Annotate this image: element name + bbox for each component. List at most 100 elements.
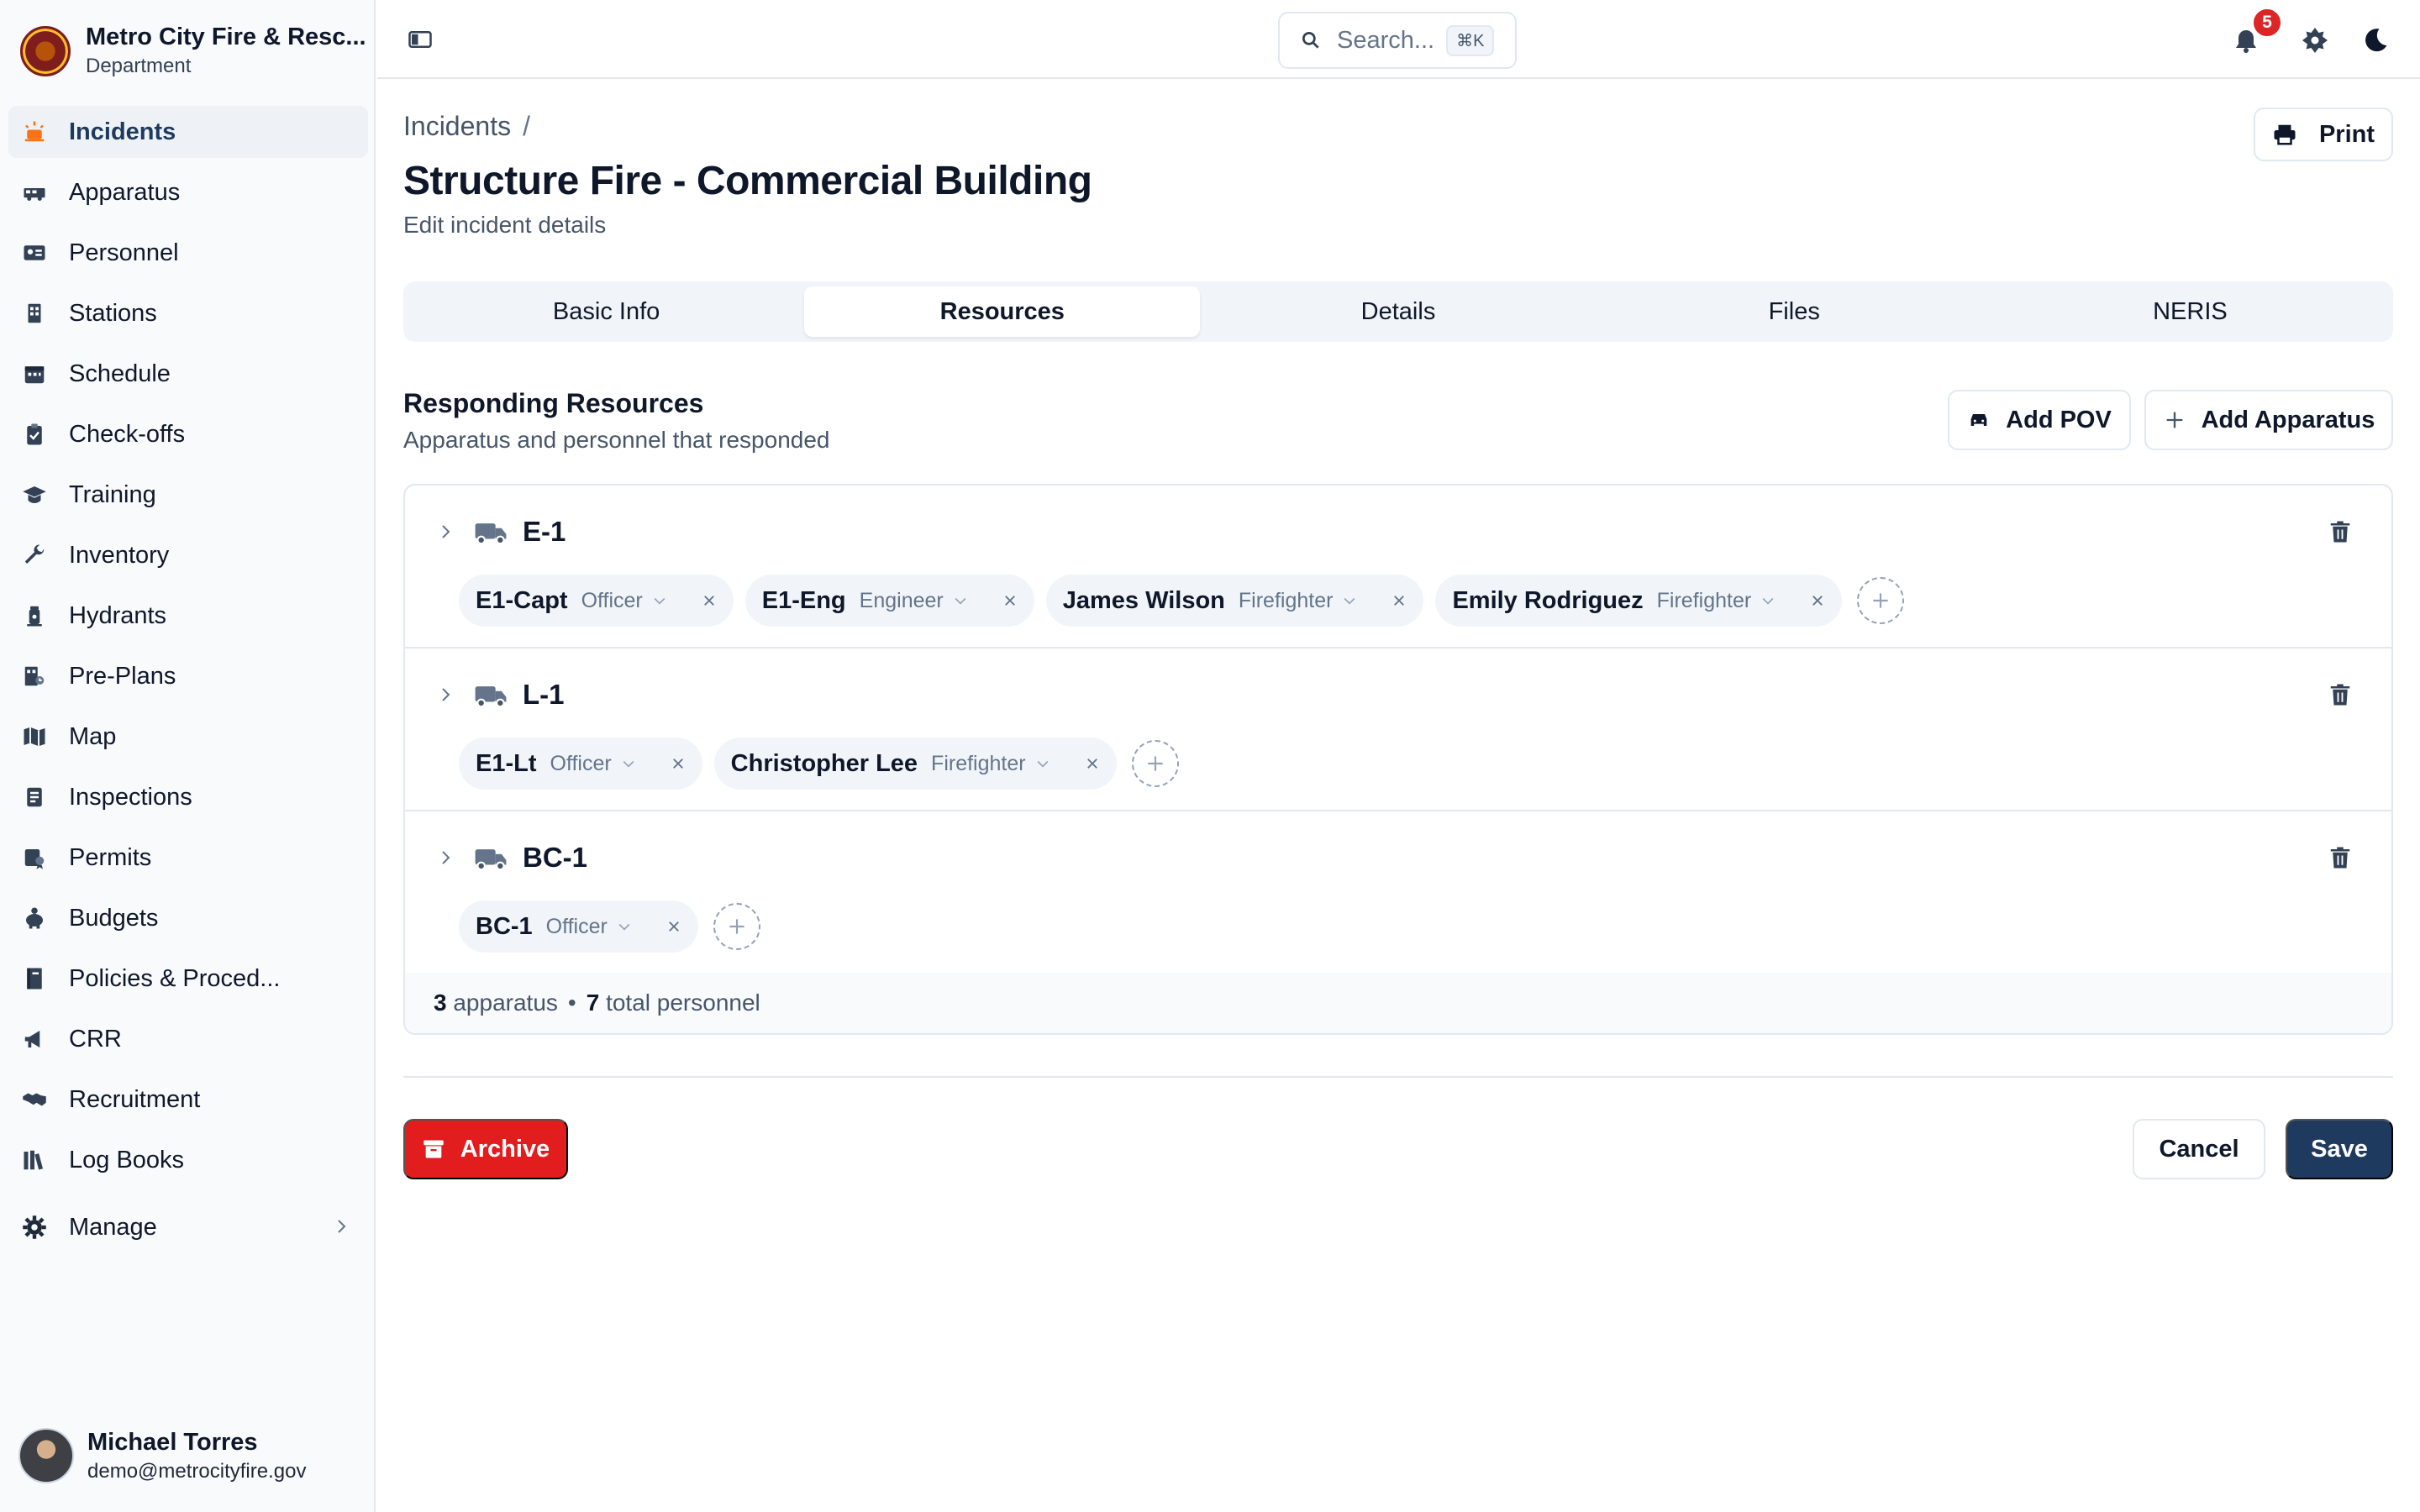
sidebar-item-permits[interactable]: Permits xyxy=(8,832,368,884)
tab-details[interactable]: Details xyxy=(1200,286,1596,337)
tab-resources[interactable]: Resources xyxy=(804,286,1201,337)
sidebar-item-label: Policies & Proced... xyxy=(69,964,281,992)
breadcrumb: Incidents / xyxy=(403,111,530,142)
page-subtitle: Edit incident details xyxy=(403,212,607,238)
crew-role-select[interactable]: Firefighter xyxy=(931,752,1026,776)
search-input[interactable]: Search... ⌘K xyxy=(1278,12,1517,69)
add-crew-button[interactable] xyxy=(1131,740,1179,787)
chevron-down-icon[interactable] xyxy=(952,592,969,609)
crew-name: E1-Lt xyxy=(476,749,537,777)
save-button[interactable]: Save xyxy=(2286,1119,2393,1179)
chevron-right-icon[interactable] xyxy=(435,848,455,868)
chevron-down-icon[interactable] xyxy=(651,592,668,609)
sidebar-item-inventory[interactable]: Inventory xyxy=(8,529,368,581)
sidebar-item-crr[interactable]: CRR xyxy=(8,1013,368,1065)
remove-crew-icon[interactable] xyxy=(1085,756,1100,771)
crew-chip: James Wilson Firefighter xyxy=(1045,575,1424,627)
sidebar-item-inspections[interactable]: Inspections xyxy=(8,771,368,823)
sidebar-item-pre-plans[interactable]: Pre-Plans xyxy=(8,650,368,702)
add-crew-button[interactable] xyxy=(713,903,760,950)
tab-files[interactable]: Files xyxy=(1597,286,1992,337)
search-placeholder: Search... xyxy=(1337,26,1435,54)
chevron-right-icon[interactable] xyxy=(435,522,455,542)
crew-role-select[interactable]: Firefighter xyxy=(1239,589,1334,613)
crew-chip: E1-Capt Officer xyxy=(459,575,734,627)
user-profile[interactable]: Michael Torres demo@metrocityfire.gov xyxy=(18,1428,306,1483)
sidebar-item-manage[interactable]: Manage xyxy=(8,1201,368,1253)
sidebar-item-budgets[interactable]: Budgets xyxy=(8,892,368,944)
breadcrumb-incidents[interactable]: Incidents xyxy=(403,111,511,141)
add-pov-label: Add POV xyxy=(2006,406,2112,433)
alarm-light-icon xyxy=(20,118,49,146)
trash-icon[interactable] xyxy=(2328,519,2353,544)
sidebar-item-map[interactable]: Map xyxy=(8,711,368,763)
sidebar-toggle-icon[interactable] xyxy=(408,27,433,52)
remove-crew-icon[interactable] xyxy=(671,756,686,771)
remove-crew-icon[interactable] xyxy=(1392,593,1407,608)
search-shortcut: ⌘K xyxy=(1446,24,1495,56)
personnel-count: 7 xyxy=(586,990,600,1016)
tab-basic-info[interactable]: Basic Info xyxy=(408,286,804,337)
apparatus-header[interactable]: BC-1 xyxy=(435,842,587,874)
apparatus-header[interactable]: L-1 xyxy=(435,679,565,711)
printer-icon xyxy=(2274,124,2296,145)
chevron-down-icon[interactable] xyxy=(616,918,633,935)
dark-mode-moon-icon[interactable] xyxy=(2360,25,2391,55)
crew-role-select[interactable]: Engineer xyxy=(860,589,944,613)
print-button[interactable]: Print xyxy=(2254,108,2393,161)
chevron-down-icon[interactable] xyxy=(1034,755,1051,772)
section-subtitle: Apparatus and personnel that responded xyxy=(403,427,830,453)
remove-crew-icon[interactable] xyxy=(1810,593,1825,608)
add-crew-button[interactable] xyxy=(1857,577,1905,624)
sidebar-item-incidents[interactable]: Incidents xyxy=(8,106,368,158)
breadcrumb-separator: / xyxy=(523,111,530,141)
apparatus-header[interactable]: E-1 xyxy=(435,516,566,548)
chevron-down-icon[interactable] xyxy=(620,755,637,772)
sidebar-item-check-offs[interactable]: Check-offs xyxy=(8,408,368,460)
remove-crew-icon[interactable] xyxy=(1002,593,1018,608)
piggy-bank-icon xyxy=(20,904,49,932)
calendar-icon xyxy=(20,360,49,388)
truck-icon xyxy=(475,523,507,545)
sidebar-item-schedule[interactable]: Schedule xyxy=(8,348,368,400)
sidebar-item-recruitment[interactable]: Recruitment xyxy=(8,1074,368,1126)
sidebar-item-personnel[interactable]: Personnel xyxy=(8,227,368,279)
crew-role-select[interactable]: Officer xyxy=(550,752,612,776)
sidebar-item-policies[interactable]: Policies & Proced... xyxy=(8,953,368,1005)
fire-dept-emblem-icon[interactable] xyxy=(2300,25,2330,55)
crew-chips: E1-Lt Officer Christopher Lee Firefighte… xyxy=(459,738,1179,790)
sidebar-item-training[interactable]: Training xyxy=(8,469,368,521)
sidebar-item-label: Log Books xyxy=(69,1146,185,1173)
crew-role-select[interactable]: Firefighter xyxy=(1657,589,1752,613)
archive-button[interactable]: Archive xyxy=(403,1119,568,1179)
topbar: Search... ⌘K 5 xyxy=(377,0,2420,79)
trash-icon[interactable] xyxy=(2328,682,2353,707)
sidebar-item-stations[interactable]: Stations xyxy=(8,287,368,339)
remove-crew-icon[interactable] xyxy=(666,919,681,934)
fire-department-logo-icon xyxy=(20,25,71,76)
sidebar-item-label: Hydrants xyxy=(69,601,167,629)
sidebar-item-apparatus[interactable]: Apparatus xyxy=(8,166,368,218)
chevron-right-icon[interactable] xyxy=(435,685,455,705)
summary-separator: • xyxy=(567,990,576,1016)
cancel-button[interactable]: Cancel xyxy=(2133,1119,2265,1179)
org-name: Metro City Fire & Resc... xyxy=(86,24,366,50)
archive-icon xyxy=(424,1140,444,1158)
resources-list: E-1 E1-Capt Officer E1-Eng Engineer Jame… xyxy=(403,484,2393,1035)
add-apparatus-button[interactable]: Add Apparatus xyxy=(2144,390,2393,450)
add-pov-button[interactable]: Add POV xyxy=(1948,390,2131,450)
chevron-down-icon[interactable] xyxy=(1760,592,1776,609)
sidebar-item-hydrants[interactable]: Hydrants xyxy=(8,590,368,642)
org-header[interactable]: Metro City Fire & Resc... Department xyxy=(20,24,371,78)
sidebar-item-label: Budgets xyxy=(69,904,159,932)
org-sub: Department xyxy=(86,55,192,77)
crew-name: E1-Capt xyxy=(476,586,568,614)
remove-crew-icon[interactable] xyxy=(702,593,717,608)
graduation-cap-icon xyxy=(20,480,49,509)
crew-role-select[interactable]: Officer xyxy=(546,915,608,939)
tab-neris[interactable]: NERIS xyxy=(1992,286,2388,337)
sidebar-item-log-books[interactable]: Log Books xyxy=(8,1134,368,1186)
chevron-down-icon[interactable] xyxy=(1341,592,1358,609)
crew-role-select[interactable]: Officer xyxy=(581,589,643,613)
trash-icon[interactable] xyxy=(2328,845,2353,870)
